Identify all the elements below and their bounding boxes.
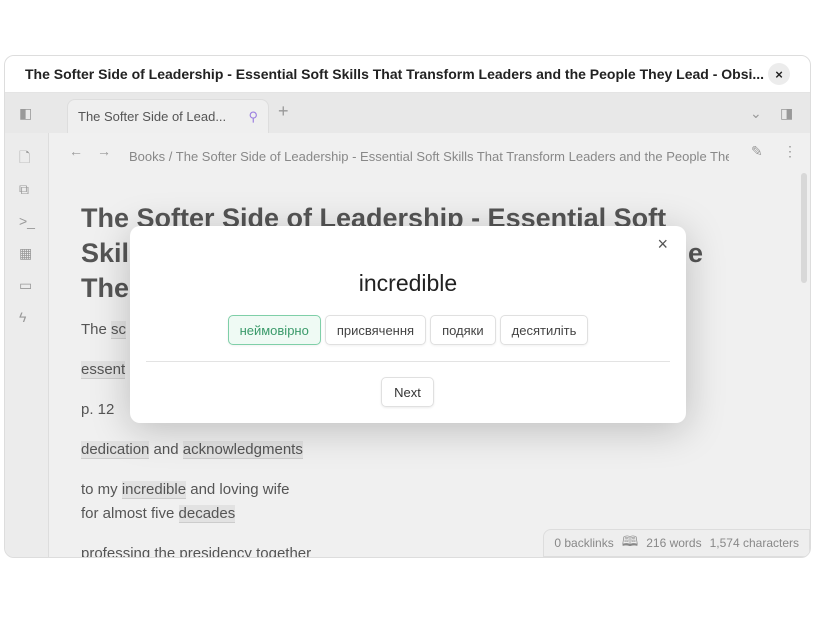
breadcrumb-folder[interactable]: Books bbox=[129, 149, 165, 164]
copy-icon[interactable]: ⧉ bbox=[19, 181, 29, 197]
sidebar-toggle-icon[interactable]: ◧ bbox=[19, 105, 32, 121]
tab-active[interactable]: The Softer Side of Lead... ⚲ bbox=[67, 99, 269, 133]
lightning-icon[interactable]: ϟ bbox=[19, 309, 26, 325]
breadcrumb-separator: / bbox=[168, 149, 173, 164]
title-line: e bbox=[687, 238, 703, 268]
new-tab-button[interactable]: + bbox=[278, 102, 289, 120]
text: The bbox=[81, 321, 112, 338]
translation-quiz-modal: × incredible неймовірно присвячення подя… bbox=[130, 226, 686, 423]
highlighted-word[interactable]: decades bbox=[178, 505, 236, 523]
reading-icon[interactable]: 🕮 bbox=[622, 531, 639, 555]
text: and bbox=[149, 441, 183, 458]
answer-option[interactable]: десятиліть bbox=[499, 315, 589, 345]
divider bbox=[146, 361, 670, 362]
answer-option-selected[interactable]: неймовірно bbox=[227, 315, 321, 345]
text: for almost five bbox=[81, 505, 179, 522]
tab-bar: ◧ The Softer Side of Lead... ⚲ + ⌄ ◨ bbox=[5, 93, 810, 133]
answer-option[interactable]: присвячення bbox=[324, 315, 427, 345]
more-options-icon[interactable]: ⋮ bbox=[783, 143, 797, 159]
back-icon[interactable]: ← bbox=[69, 143, 83, 159]
title-bar: The Softer Side of Leadership - Essentia… bbox=[5, 56, 810, 93]
page-number: p. 12 bbox=[81, 401, 115, 418]
terminal-icon[interactable]: >_ bbox=[19, 213, 35, 229]
pin-icon[interactable]: ⚲ bbox=[248, 109, 258, 125]
scrollbar[interactable] bbox=[801, 173, 807, 283]
answer-options: неймовірно присвячення подяки десятиліть bbox=[130, 315, 686, 345]
answer-option[interactable]: подяки bbox=[430, 315, 496, 345]
chevron-down-icon[interactable]: ⌄ bbox=[750, 105, 762, 121]
close-modal-button[interactable]: × bbox=[657, 234, 668, 255]
ribbon: 🗋 ⧉ >_ ▦ ▭ ϟ bbox=[5, 133, 49, 557]
grid-icon[interactable]: ▦ bbox=[19, 245, 32, 261]
file-search-icon[interactable]: 🗋 bbox=[19, 149, 30, 165]
character-count: 1,574 characters bbox=[709, 536, 799, 550]
quiz-word: incredible bbox=[358, 270, 458, 296]
highlighted-word[interactable]: sc bbox=[111, 321, 127, 339]
forward-icon[interactable]: → bbox=[97, 143, 111, 159]
text: to my bbox=[81, 481, 122, 498]
next-button[interactable]: Next bbox=[381, 377, 434, 407]
status-bar: 0 backlinks 🕮 216 words 1,574 characters bbox=[543, 529, 810, 557]
backlinks-count[interactable]: 0 backlinks bbox=[554, 536, 613, 550]
word-count: 216 words bbox=[646, 536, 702, 550]
highlighted-word[interactable]: dedication bbox=[81, 441, 150, 459]
title-line: Skil bbox=[81, 238, 130, 268]
breadcrumb: Books / The Softer Side of Leadership - … bbox=[129, 149, 729, 164]
calendar-icon[interactable]: ▭ bbox=[19, 277, 32, 293]
text: and loving wife bbox=[186, 481, 290, 498]
highlighted-word[interactable]: essent bbox=[81, 361, 126, 379]
breadcrumb-file: The Softer Side of Leadership - Essentia… bbox=[175, 149, 729, 164]
window-title: The Softer Side of Leadership - Essentia… bbox=[25, 66, 765, 82]
right-sidebar-toggle-icon[interactable]: ◨ bbox=[780, 105, 793, 121]
highlighted-word[interactable]: incredible bbox=[121, 481, 187, 499]
text: professing the presidency together bbox=[81, 545, 312, 558]
edit-icon[interactable]: ✎ bbox=[751, 143, 763, 159]
tab-label: The Softer Side of Lead... bbox=[78, 109, 227, 124]
close-window-button[interactable]: × bbox=[768, 63, 790, 85]
highlighted-word[interactable]: acknowledgments bbox=[182, 441, 303, 459]
